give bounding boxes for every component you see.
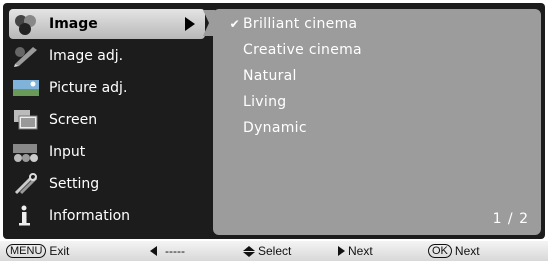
- check-icon: ✔: [229, 17, 240, 31]
- menu-key-icon: MENU: [6, 244, 47, 258]
- main-menu: Image Image adj. Picture adj. Screen Inp…: [3, 3, 209, 239]
- screen-icon: [14, 110, 38, 130]
- ok-next-label: Next: [454, 244, 480, 258]
- ok-key-icon: OK: [428, 244, 452, 258]
- menu-item-picture-adj[interactable]: Picture adj.: [9, 73, 205, 103]
- submenu-arrow-icon: [185, 17, 195, 31]
- option-brilliant-cinema[interactable]: ✔ Brilliant cinema: [213, 11, 533, 37]
- ok-hint: OK Next: [428, 244, 480, 258]
- image-adj-icon: [14, 47, 37, 67]
- option-label: Dynamic: [243, 120, 307, 136]
- information-icon: [19, 205, 30, 226]
- input-icon: [13, 144, 38, 162]
- option-natural[interactable]: Natural: [213, 63, 533, 89]
- menu-item-image-adj[interactable]: Image adj.: [9, 41, 205, 71]
- option-dynamic[interactable]: Dynamic: [213, 115, 533, 141]
- right-arrow-icon: [338, 246, 345, 256]
- back-label: -----: [165, 244, 185, 258]
- menu-item-setting[interactable]: Setting: [9, 169, 205, 199]
- up-down-arrow-icon: [243, 245, 255, 257]
- option-label: Brilliant cinema: [243, 16, 358, 32]
- page-indicator: 1 / 2: [492, 211, 529, 227]
- select-label: Select: [258, 244, 292, 258]
- image-icon: [15, 15, 36, 35]
- menu-item-input[interactable]: Input: [9, 137, 205, 167]
- menu-item-label: Input: [49, 144, 86, 160]
- next-label: Next: [348, 244, 373, 258]
- option-living[interactable]: Living: [213, 89, 533, 115]
- menu-item-label: Setting: [49, 176, 100, 192]
- picture-adj-icon: [13, 80, 39, 96]
- option-label: Natural: [243, 68, 297, 84]
- menu-item-information[interactable]: Information: [9, 201, 205, 231]
- back-hint: -----: [150, 244, 185, 258]
- option-creative-cinema[interactable]: Creative cinema: [213, 37, 533, 63]
- option-label: Living: [243, 94, 287, 110]
- exit-hint: MENU Exit: [6, 244, 69, 258]
- key-guide-bar: MENU Exit ----- Select Next OK Next: [0, 241, 548, 261]
- osd-menu-window: Image Image adj. Picture adj. Screen Inp…: [3, 3, 545, 239]
- menu-item-image[interactable]: Image: [9, 9, 205, 39]
- setting-icon: [14, 173, 38, 195]
- menu-item-screen[interactable]: Screen: [9, 105, 205, 135]
- menu-item-label: Screen: [49, 112, 98, 128]
- menu-item-label: Information: [49, 208, 131, 224]
- menu-item-label: Picture adj.: [49, 80, 128, 96]
- left-arrow-icon: [150, 246, 157, 256]
- submenu-panel: ✔ Brilliant cinema Creative cinema Natur…: [213, 9, 541, 235]
- menu-item-label: Image adj.: [49, 48, 124, 64]
- exit-label: Exit: [49, 244, 70, 258]
- select-hint: Select: [243, 244, 291, 258]
- menu-item-label: Image: [49, 16, 98, 32]
- next-hint: Next: [338, 244, 373, 258]
- option-label: Creative cinema: [243, 42, 362, 58]
